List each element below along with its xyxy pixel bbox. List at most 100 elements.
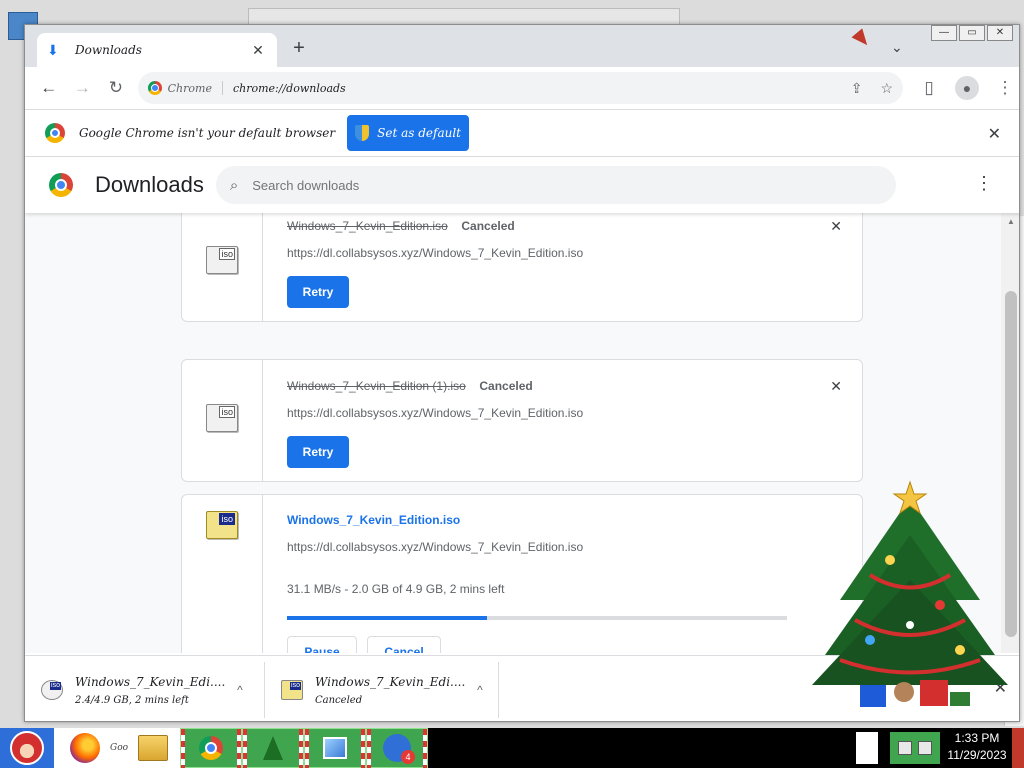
ornament (955, 645, 965, 655)
chevron-up-icon[interactable]: ^ (465, 683, 495, 697)
side-panel-icon[interactable]: ▯ (913, 72, 945, 104)
shelf-item[interactable]: iso Windows_7_Kevin_Edi....iso 2.4/4.9 G… (25, 662, 265, 718)
taskbar-tree-button[interactable] (242, 728, 304, 768)
taskbar-messenger-button[interactable]: 4 (366, 728, 428, 768)
shelf-file-status: 2.4/4.9 GB, 2 mins left (75, 694, 189, 706)
more-actions-icon[interactable]: ⋮ (975, 173, 993, 194)
gift-box (860, 685, 886, 707)
retry-button[interactable]: Retry (287, 436, 349, 468)
iso-file-icon: iso (281, 680, 303, 700)
tab-close-button[interactable]: ✕ (249, 42, 267, 59)
chrome-logo-icon (49, 173, 73, 197)
show-desktop-button[interactable] (1012, 728, 1024, 768)
christmas-tree-icon (263, 736, 283, 760)
chrome-icon (147, 81, 162, 95)
set-as-default-label: Set as default (377, 126, 461, 140)
bookmark-star-icon[interactable]: ☆ (880, 80, 893, 97)
minimize-button[interactable]: — (931, 25, 957, 41)
christmas-tree-decoration (812, 480, 1008, 707)
address-bar[interactable]: Chrome chrome://downloads ⇪ ☆ (137, 72, 903, 104)
new-tab-button[interactable]: + (287, 37, 311, 60)
maximize-button[interactable]: ▭ (959, 25, 985, 41)
page-title: Downloads (95, 172, 204, 197)
retry-button[interactable]: Retry (287, 276, 349, 308)
search-box[interactable]: ⌕ (215, 166, 896, 204)
remove-item-close-icon[interactable]: ✕ (830, 218, 842, 235)
download-progress-text: 31.1 MB/s - 2.0 GB of 4.9 GB, 2 mins lef… (287, 582, 505, 596)
close-window-button[interactable]: ✕ (987, 25, 1013, 41)
download-status: Canceled (479, 379, 533, 393)
santa-icon (10, 731, 44, 765)
ornament (865, 635, 875, 645)
url-text[interactable]: chrome://downloads (233, 82, 851, 95)
start-button[interactable] (0, 728, 54, 768)
tab-strip: ⬇ Downloads ✕ + ⌄ — ▭ ✕ (25, 25, 1019, 67)
tab-downloads[interactable]: ⬇ Downloads ✕ (37, 33, 277, 67)
site-chip[interactable]: Chrome (147, 81, 223, 95)
pause-button[interactable]: Pause (287, 636, 357, 653)
shelf-file-name: Windows_7_Kevin_Edi....iso (315, 674, 465, 689)
infobar-message: Google Chrome isn't your default browser (79, 126, 336, 140)
tab-title: Downloads (75, 43, 142, 57)
back-button[interactable]: ← (33, 72, 65, 104)
iso-file-icon: iso (41, 680, 63, 700)
shelf-file-status: Canceled (315, 694, 363, 706)
system-tray (890, 732, 940, 764)
reload-button[interactable]: ↻ (100, 72, 132, 104)
teddy-bear (894, 682, 914, 702)
download-item: iso Windows_7_Kevin_Edition.iso Canceled… (181, 213, 863, 322)
firefox-icon[interactable] (70, 733, 100, 763)
downloads-header: Downloads ⌕ ⋮ (25, 157, 1019, 213)
gift-box (950, 692, 970, 706)
download-icon: ⬇ (47, 41, 59, 58)
chevron-up-icon[interactable]: ^ (225, 683, 255, 697)
messenger-icon: 4 (383, 734, 415, 764)
forward-button[interactable]: → (67, 72, 99, 104)
shelf-file-name: Windows_7_Kevin_Edi....iso (75, 674, 225, 689)
profile-button[interactable]: ● (951, 72, 983, 104)
file-explorer-icon[interactable] (138, 735, 169, 761)
taskbar: Goo 4 1:33 PM 11/29/2023 (0, 728, 1024, 768)
clock[interactable]: 1:33 PM 11/29/2023 (944, 730, 1010, 764)
tab-search-chevron-icon[interactable]: ⌄ (891, 39, 903, 56)
quick-launch-label: Goo (110, 743, 129, 753)
progress-bar (287, 616, 787, 620)
default-browser-infobar: Google Chrome isn't your default browser… (25, 109, 1019, 157)
site-chip-label: Chrome (167, 81, 212, 95)
file-name-link[interactable]: Windows_7_Kevin_Edition.iso (287, 513, 822, 527)
ornament (935, 600, 945, 610)
tray-input-indicator[interactable] (856, 732, 878, 764)
toolbar: ← → ↻ Chrome chrome://downloads ⇪ ☆ ▯ ● … (25, 67, 1019, 109)
file-name: Windows_7_Kevin_Edition (1).iso (287, 379, 466, 393)
person-icon: ● (955, 76, 979, 100)
share-icon[interactable]: ⇪ (851, 80, 863, 97)
shelf-item[interactable]: iso Windows_7_Kevin_Edi....iso Canceled … (265, 662, 499, 718)
taskbar-chrome-button[interactable] (180, 728, 242, 768)
scroll-up-arrow-icon[interactable]: ▲ (1007, 217, 1015, 226)
source-url[interactable]: https://dl.collabsysos.xyz/Windows_7_Kev… (287, 540, 822, 554)
infobar-close-button[interactable]: ✕ (988, 124, 1001, 144)
remove-item-close-icon[interactable]: ✕ (830, 378, 842, 395)
search-icon: ⌕ (229, 176, 239, 194)
set-as-default-button[interactable]: Set as default (347, 115, 470, 151)
download-status: Canceled (461, 219, 515, 233)
source-url[interactable]: https://dl.collabsysos.xyz/Windows_7_Kev… (287, 246, 822, 260)
source-url[interactable]: https://dl.collabsysos.xyz/Windows_7_Kev… (287, 406, 822, 420)
taskbar-photos-button[interactable] (304, 728, 366, 768)
quick-launch: Goo (54, 728, 180, 768)
iso-file-icon: iso (206, 404, 238, 432)
network-icon[interactable] (898, 741, 912, 755)
cancel-button[interactable]: Cancel (367, 636, 441, 653)
search-input[interactable] (252, 177, 853, 193)
chrome-menu-icon[interactable]: ⋮ (989, 72, 1019, 104)
window-controls: — ▭ ✕ (931, 25, 1013, 41)
volume-icon[interactable] (918, 741, 932, 755)
iso-file-icon: iso (206, 246, 238, 274)
progress-fill (287, 616, 487, 620)
chrome-icon (199, 736, 223, 760)
chrome-icon (45, 123, 65, 143)
uac-shield-icon (355, 125, 370, 141)
clock-date: 11/29/2023 (947, 748, 1007, 762)
photo-viewer-icon (323, 737, 347, 759)
ornament (885, 555, 895, 565)
